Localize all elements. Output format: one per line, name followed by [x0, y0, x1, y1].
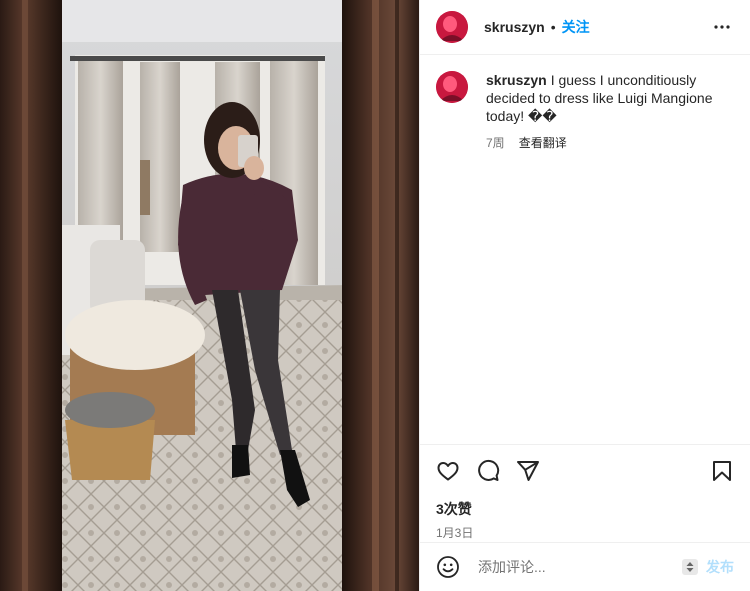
- send-icon: [517, 461, 539, 481]
- avatar-image: [436, 71, 468, 103]
- post-dialog: skruszyn • 关注 skruszyn I guess I uncondi…: [0, 0, 750, 591]
- action-row: [436, 451, 734, 491]
- caption-meta: 7周 查看翻译: [486, 134, 716, 151]
- post-date[interactable]: 1月3日: [436, 524, 734, 541]
- save-button[interactable]: [710, 459, 734, 483]
- see-translation-link[interactable]: 查看翻译: [519, 134, 567, 151]
- avatar[interactable]: [436, 11, 468, 43]
- comments-section: skruszyn I guess I unconditiously decided…: [420, 55, 750, 444]
- caption-body: skruszyn I guess I unconditiously decided…: [486, 71, 716, 151]
- updown-arrows-icon: [686, 562, 694, 572]
- comment-input[interactable]: [476, 558, 670, 576]
- share-button[interactable]: [516, 459, 540, 483]
- comment-button[interactable]: [476, 459, 500, 483]
- caption-username[interactable]: skruszyn: [486, 72, 547, 88]
- likes-count[interactable]: 3次赞: [436, 499, 734, 519]
- more-options-button[interactable]: [710, 15, 734, 39]
- input-helper-icon[interactable]: [682, 559, 698, 575]
- caption-text: skruszyn I guess I unconditiously decided…: [486, 71, 716, 125]
- bookmark-icon: [713, 461, 731, 481]
- caption-avatar[interactable]: [436, 71, 468, 103]
- post-comment-button[interactable]: 发布: [706, 557, 734, 577]
- header-username[interactable]: skruszyn: [484, 19, 545, 35]
- more-horizontal-icon: [714, 25, 730, 29]
- add-comment-bar: 发布: [420, 542, 750, 591]
- heart-icon: [437, 462, 459, 481]
- post-actions: 3次赞 1月3日: [420, 444, 750, 542]
- emoji-icon: [437, 556, 459, 578]
- header-separator: •: [550, 19, 556, 35]
- mirror-selfie-image: [0, 0, 419, 591]
- follow-button[interactable]: 关注: [562, 17, 590, 37]
- like-button[interactable]: [436, 459, 460, 483]
- avatar-image: [436, 11, 468, 43]
- post-side-panel: skruszyn • 关注 skruszyn I guess I uncondi…: [419, 0, 750, 591]
- emoji-button[interactable]: [436, 555, 460, 579]
- post-header: skruszyn • 关注: [420, 0, 750, 55]
- post-photo[interactable]: [0, 0, 419, 591]
- caption-row: skruszyn I guess I unconditiously decided…: [436, 71, 734, 151]
- caption-age[interactable]: 7周: [486, 134, 505, 151]
- comment-icon: [478, 459, 500, 481]
